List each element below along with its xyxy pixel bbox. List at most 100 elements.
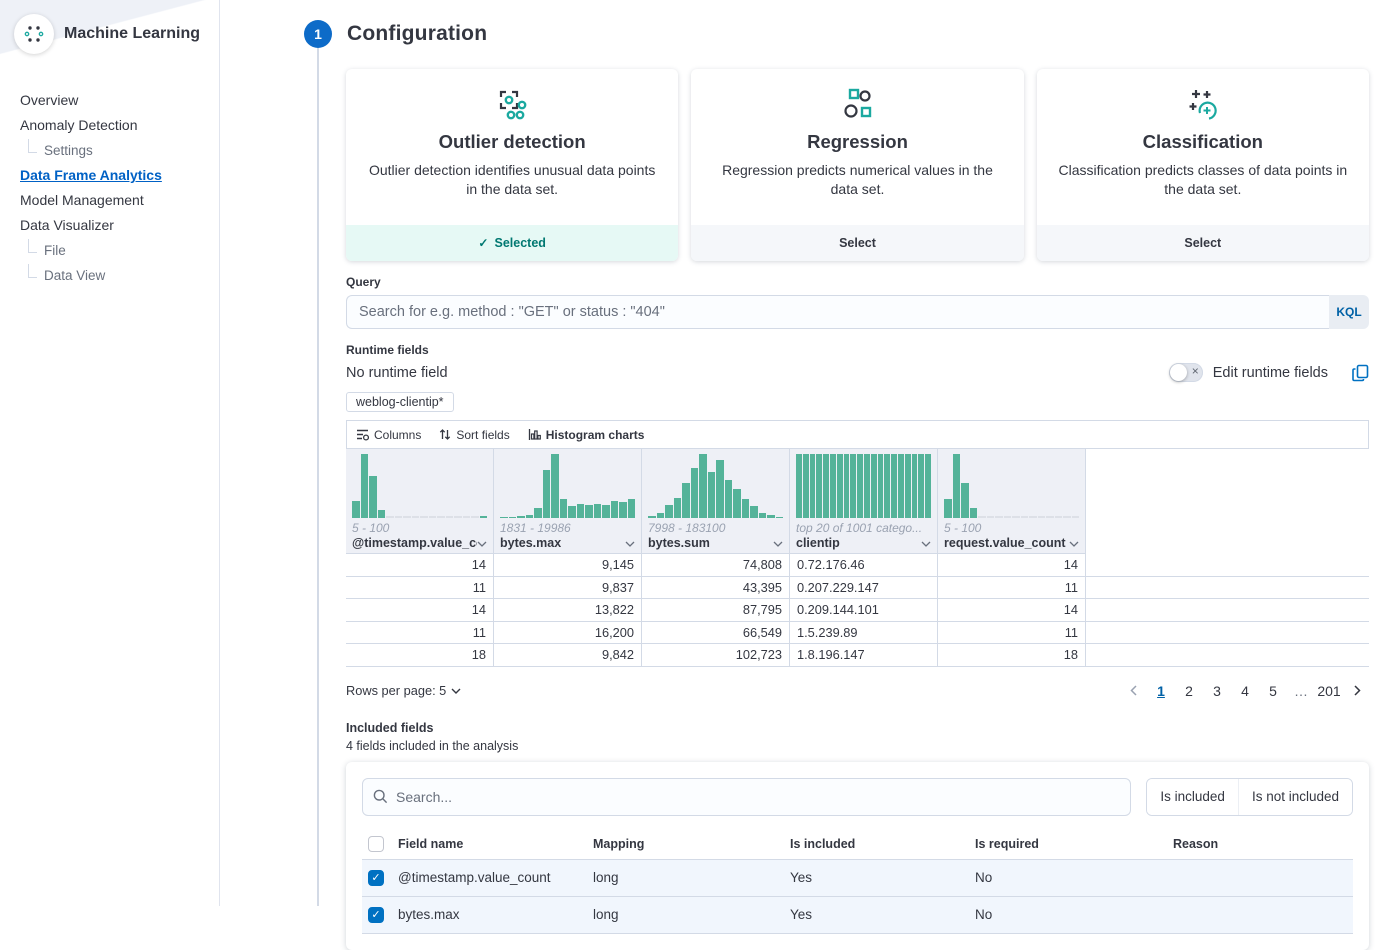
histogram-bar — [803, 454, 809, 518]
card-regression[interactable]: Regression Regression predicts numerical… — [691, 69, 1023, 261]
classification-icon — [1184, 87, 1222, 125]
histogram-bar — [691, 468, 699, 518]
histogram-bar — [995, 516, 1003, 518]
histogram-bar — [352, 501, 360, 518]
page-button-5[interactable]: 5 — [1261, 679, 1285, 703]
ml-dots-icon — [24, 24, 44, 44]
sidebar-item-file[interactable]: File — [20, 238, 219, 263]
histogram-bar — [912, 454, 918, 518]
histogram-bar — [816, 454, 822, 518]
page-button-201[interactable]: 201 — [1317, 679, 1341, 703]
histogram-bar — [759, 513, 767, 518]
page-button-4[interactable]: 4 — [1233, 679, 1257, 703]
select-all-checkbox[interactable] — [368, 836, 384, 852]
grid-cell: 14 — [938, 554, 1086, 576]
rows-per-page-button[interactable]: Rows per page: 5 — [346, 683, 461, 698]
sidebar-item-data-view[interactable]: Data View — [20, 263, 219, 288]
column-header-is-included[interactable]: Is included — [790, 837, 975, 851]
columns-button[interactable]: Columns — [356, 428, 421, 442]
classification-select-button[interactable]: Select — [1037, 225, 1369, 261]
pagination: 12345…201 — [1121, 679, 1369, 703]
grid-column-header[interactable]: 5 - 100request.value_count — [938, 449, 1086, 554]
table-row: 119,83743,3950.207.229.14711 — [346, 577, 1369, 600]
grid-cell: 13,822 — [494, 599, 642, 621]
column-header-reason[interactable]: Reason — [1173, 837, 1353, 851]
histogram-bar — [871, 454, 877, 518]
columns-icon — [356, 428, 369, 441]
sidebar-item-settings[interactable]: Settings — [20, 138, 219, 163]
page-button-1[interactable]: 1 — [1149, 679, 1173, 703]
field-row: ✓bytes.maxlongYesNo — [362, 897, 1353, 934]
histogram-bar — [611, 501, 619, 518]
histogram-bar — [369, 476, 377, 518]
sidebar-item-model-management[interactable]: Model Management — [20, 188, 219, 213]
histogram-bar — [551, 454, 559, 518]
next-page-icon[interactable] — [1345, 679, 1369, 703]
chevron-down-icon[interactable] — [625, 536, 635, 550]
card-outlier-detection[interactable]: Outlier detection Outlier detection iden… — [346, 69, 678, 261]
page-title: Configuration — [347, 22, 487, 46]
field-row: ✓@timestamp.value_countlongYesNo — [362, 860, 1353, 897]
grid-column-header[interactable]: 1831 - 19986bytes.max — [494, 449, 642, 554]
histogram-bar — [884, 454, 890, 518]
previous-page-icon[interactable] — [1121, 679, 1145, 703]
sort-icon — [439, 428, 451, 441]
page-button-3[interactable]: 3 — [1205, 679, 1229, 703]
query-search-input[interactable] — [346, 295, 1329, 329]
grid-column-header[interactable]: 7998 - 183100bytes.sum — [642, 449, 790, 554]
histogram-bar — [526, 515, 534, 518]
card-description: Classification predicts classes of data … — [1037, 161, 1369, 199]
fields-search-box[interactable] — [362, 778, 1131, 816]
chevron-down-icon[interactable] — [773, 536, 783, 550]
histogram-bar — [1072, 516, 1080, 518]
histogram-bar — [594, 504, 602, 518]
histogram-bar — [918, 454, 924, 518]
is-included-filter-button[interactable]: Is included — [1147, 779, 1238, 815]
card-title: Outlier detection — [346, 131, 678, 153]
grid-column-header[interactable]: top 20 of 1001 catego...clientip — [790, 449, 938, 554]
histogram-bar — [987, 516, 995, 518]
index-pattern-chip[interactable]: weblog-clientip* — [346, 392, 454, 412]
sidebar-item-data-frame-analytics[interactable]: Data Frame Analytics — [20, 163, 219, 188]
runtime-fields-label: Runtime fields — [346, 343, 1369, 357]
page-button-2[interactable]: 2 — [1177, 679, 1201, 703]
table-row: 149,14574,8080.72.176.4614 — [346, 554, 1369, 577]
chevron-down-icon[interactable] — [1069, 536, 1079, 550]
outlier-selected-button[interactable]: ✓ Selected — [346, 225, 678, 261]
chevron-down-icon[interactable] — [477, 536, 487, 550]
is-not-included-filter-button[interactable]: Is not included — [1238, 779, 1352, 815]
sidebar: Machine Learning Overview Anomaly Detect… — [0, 0, 220, 906]
sidebar-item-anomaly-detection[interactable]: Anomaly Detection — [20, 113, 219, 138]
regression-select-button[interactable]: Select — [691, 225, 1023, 261]
column-header-field-name[interactable]: Field name — [398, 837, 593, 851]
histogram-bar — [577, 504, 585, 518]
card-description: Regression predicts numerical values in … — [691, 161, 1023, 199]
chevron-down-icon[interactable] — [921, 536, 931, 550]
copy-icon[interactable] — [1352, 364, 1369, 382]
included-fields-label: Included fields — [346, 721, 1369, 735]
field-cell: bytes.max — [398, 907, 593, 922]
included-fields-panel: Is included Is not included Field name M… — [346, 762, 1369, 950]
edit-runtime-fields-toggle[interactable]: × — [1169, 363, 1203, 382]
card-classification[interactable]: Classification Classification predicts c… — [1037, 69, 1369, 261]
sidebar-item-overview[interactable]: Overview — [20, 88, 219, 113]
field-checkbox[interactable]: ✓ — [368, 907, 384, 923]
histogram-bar — [403, 516, 411, 518]
column-header-mapping[interactable]: Mapping — [593, 837, 790, 851]
grid-cell: 18 — [346, 644, 494, 666]
histogram-bar — [463, 516, 471, 518]
sort-fields-button[interactable]: Sort fields — [439, 428, 509, 442]
outlier-detection-icon — [493, 87, 531, 125]
fields-search-input[interactable] — [396, 789, 1120, 805]
grid-cell: 16,200 — [494, 622, 642, 644]
column-name: bytes.sum — [648, 536, 710, 550]
histogram-charts-button[interactable]: Histogram charts — [528, 428, 645, 442]
main-content: 1 Configuration Outlier detection Outlie… — [220, 0, 1379, 906]
field-cell: @timestamp.value_count — [398, 870, 593, 885]
grid-column-header[interactable]: 5 - 100@timestamp.value_count — [346, 449, 494, 554]
sidebar-item-data-visualizer[interactable]: Data Visualizer — [20, 213, 219, 238]
grid-cell: 11 — [938, 622, 1086, 644]
column-header-is-required[interactable]: Is required — [975, 837, 1173, 851]
kql-language-button[interactable]: KQL — [1329, 295, 1369, 329]
field-checkbox[interactable]: ✓ — [368, 870, 384, 886]
